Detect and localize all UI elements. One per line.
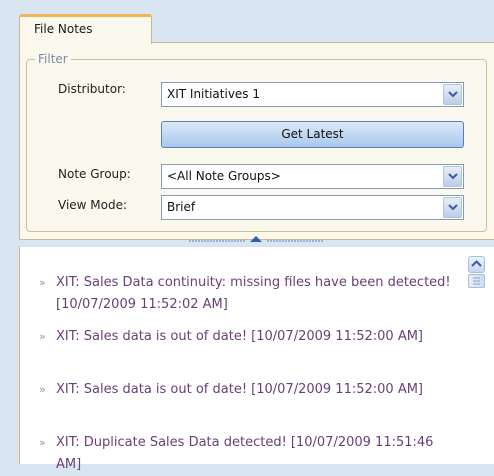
note-group-value: <All Note Groups> xyxy=(167,169,281,183)
filter-group: Filter Distributor: XIT Initiatives 1 Ge… xyxy=(26,51,487,232)
view-mode-value: Brief xyxy=(167,200,196,214)
file-notes-window: File Notes Filter Distributor: XIT Initi… xyxy=(19,6,494,472)
bullet-icon: » xyxy=(39,383,46,396)
list-item[interactable]: » XIT: Duplicate Sales Data detected! [1… xyxy=(39,432,456,476)
note-group-select[interactable]: <All Note Groups> xyxy=(161,164,464,189)
view-mode-select[interactable]: Brief xyxy=(161,195,464,220)
vertical-scrollbar[interactable] xyxy=(468,256,485,470)
list-item[interactable]: » XIT: Sales Data continuity: missing fi… xyxy=(39,272,456,316)
notes-list-area: » XIT: Sales Data continuity: missing fi… xyxy=(19,246,494,472)
chevron-down-icon[interactable] xyxy=(443,84,462,105)
chevron-down-icon[interactable] xyxy=(443,166,462,187)
panel-splitter[interactable] xyxy=(187,233,325,245)
list-item[interactable]: » XIT: Sales data is out of date! [10/07… xyxy=(39,379,456,401)
note-text: XIT: Sales data is out of date! [10/07/2… xyxy=(56,382,424,397)
distributor-label: Distributor: xyxy=(58,82,126,96)
tab-file-notes[interactable]: File Notes xyxy=(19,14,152,44)
get-latest-button[interactable]: Get Latest xyxy=(161,121,464,148)
filter-panel: Filter Distributor: XIT Initiatives 1 Ge… xyxy=(19,42,494,240)
scroll-thumb[interactable] xyxy=(468,274,485,288)
distributor-select[interactable]: XIT Initiatives 1 xyxy=(161,82,464,107)
tab-strip: File Notes xyxy=(19,6,494,44)
bullet-icon: » xyxy=(39,436,46,449)
filter-legend: Filter xyxy=(35,51,71,67)
note-text: XIT: Sales Data continuity: missing file… xyxy=(56,275,451,312)
note-text: XIT: Sales data is out of date! [10/07/2… xyxy=(56,329,424,344)
distributor-value: XIT Initiatives 1 xyxy=(167,87,260,101)
chevron-down-icon[interactable] xyxy=(443,197,462,218)
note-text: XIT: Duplicate Sales Data detected! [10/… xyxy=(56,435,434,472)
collapse-arrow-icon xyxy=(250,236,262,242)
scroll-up-button[interactable] xyxy=(468,256,485,273)
list-item[interactable]: » XIT: Sales data is out of date! [10/07… xyxy=(39,326,456,348)
bullet-icon: » xyxy=(39,330,46,343)
bullet-icon: » xyxy=(39,276,46,289)
view-mode-label: View Mode: xyxy=(58,198,128,212)
note-group-label: Note Group: xyxy=(58,167,131,181)
